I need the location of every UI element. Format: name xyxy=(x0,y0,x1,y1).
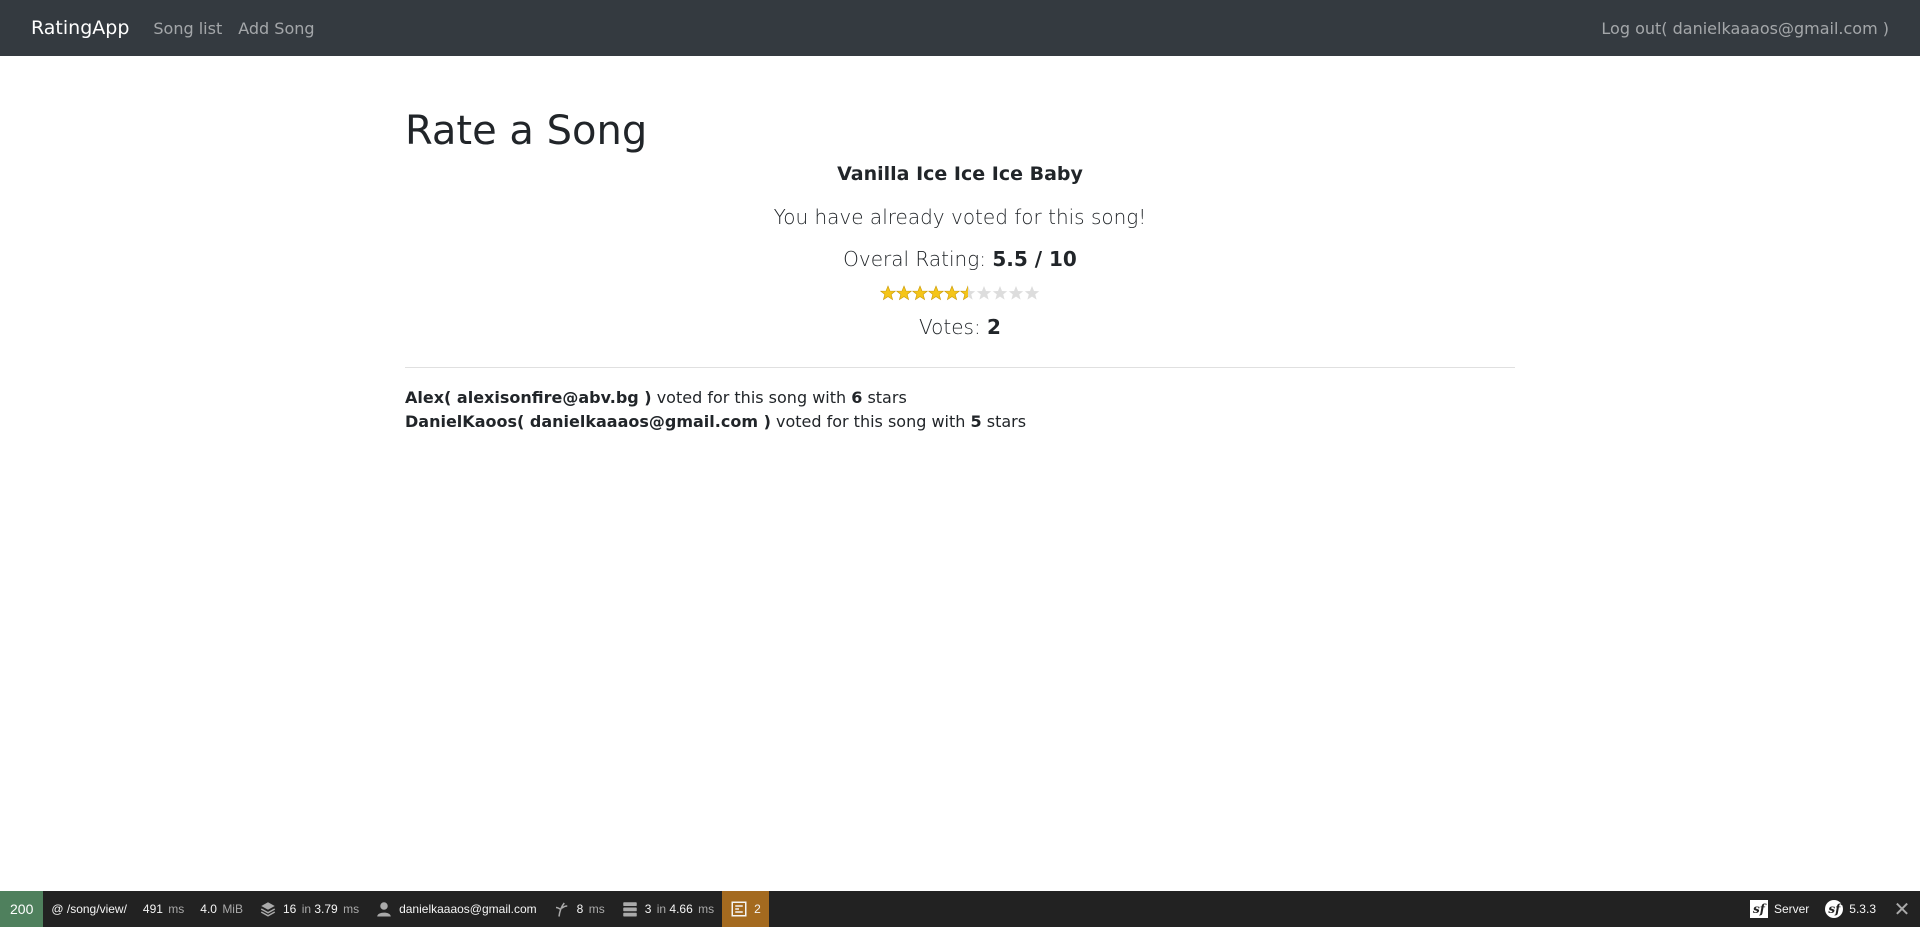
cache-count: 16 xyxy=(282,902,297,916)
twig-icon xyxy=(555,902,567,917)
cache-unit: ms xyxy=(343,902,360,916)
server-panel[interactable]: sf Server xyxy=(1742,891,1817,927)
voted-message: You have already voted for this song! xyxy=(773,205,1147,229)
toolbar-right: sf Server sf 5.3.3 ✕ xyxy=(1742,891,1920,927)
form-warnings: 2 xyxy=(754,902,761,916)
star-rating xyxy=(405,285,1515,301)
db-unit: ms xyxy=(698,902,715,916)
symfony-icon: sf xyxy=(1749,900,1768,918)
nav-add-song[interactable]: Add Song xyxy=(238,19,314,38)
vote-text: voted for this song with xyxy=(770,412,971,431)
star-icon xyxy=(896,285,912,301)
twig-panel[interactable]: 8 ms xyxy=(545,891,613,927)
debug-toolbar: 200 @ /song/view/ 491 ms 4.0 MiB 16 in 3… xyxy=(0,891,1920,927)
db-in: in xyxy=(656,902,667,916)
star-icon xyxy=(912,285,928,301)
twig-time: 8 xyxy=(576,902,584,916)
request-time-value: 491 xyxy=(142,902,163,916)
page-title: Rate a Song xyxy=(405,108,648,154)
vote-suffix: stars xyxy=(981,412,1027,431)
logged-user: danielkaaaos@gmail.com xyxy=(399,902,537,916)
star-icon xyxy=(992,286,1008,300)
request-time-unit: ms xyxy=(168,902,185,916)
votes-label: Votes: xyxy=(919,315,988,339)
database-panel[interactable]: 3 in 4.66 ms xyxy=(613,891,722,927)
logout-link[interactable]: Log out( danielkaaaos@gmail.com ) xyxy=(1601,19,1889,38)
votes-value: 2 xyxy=(987,315,1001,339)
song-title: Vanilla Ice Ice Ice Baby xyxy=(837,163,1083,185)
vote-suffix: stars xyxy=(862,388,907,407)
cache-time: 3.79 xyxy=(314,902,338,916)
star-icon xyxy=(1008,286,1024,300)
vote-item: Alex( alexisonfire@abv.bg ) voted for th… xyxy=(405,386,1515,410)
database-icon xyxy=(622,902,637,917)
votes-count: Votes: 2 xyxy=(405,315,1515,339)
divider xyxy=(405,367,1515,368)
route-info[interactable]: @ /song/view/ xyxy=(43,891,135,927)
main-content: Rate a Song Vanilla Ice Ice Ice Baby You… xyxy=(405,56,1515,434)
db-count: 3 xyxy=(644,902,652,916)
db-time: 4.66 xyxy=(669,902,693,916)
memory-usage[interactable]: 4.0 MiB xyxy=(192,891,251,927)
star-icon xyxy=(1024,286,1040,300)
close-icon[interactable]: ✕ xyxy=(1884,891,1920,927)
memory-unit: MiB xyxy=(222,902,243,916)
layers-icon xyxy=(260,902,276,917)
cache-in: in xyxy=(301,902,312,916)
nav-song-list[interactable]: Song list xyxy=(153,19,222,38)
twig-unit: ms xyxy=(588,902,605,916)
request-time[interactable]: 491 ms xyxy=(135,891,192,927)
form-panel[interactable]: 2 xyxy=(722,891,769,927)
user-icon xyxy=(377,902,391,917)
star-icon xyxy=(960,285,976,301)
form-icon xyxy=(731,901,747,917)
memory-value: 4.0 xyxy=(200,902,217,916)
vote-text: voted for this song with xyxy=(651,388,852,407)
song-summary: Vanilla Ice Ice Ice Baby You have alread… xyxy=(405,163,1515,339)
star-icon xyxy=(976,286,992,300)
security-panel[interactable]: danielkaaaos@gmail.com xyxy=(367,891,545,927)
rating-value: 5.5 / 10 xyxy=(992,247,1077,271)
votes-list: Alex( alexisonfire@abv.bg ) voted for th… xyxy=(405,386,1515,434)
vote-item: DanielKaoos( danielkaaaos@gmail.com ) vo… xyxy=(405,410,1515,434)
star-icon xyxy=(928,285,944,301)
brand-link[interactable]: RatingApp xyxy=(31,17,129,39)
vote-user: DanielKaoos( danielkaaaos@gmail.com ) xyxy=(405,412,771,431)
server-label: Server xyxy=(1773,902,1810,916)
status-code[interactable]: 200 xyxy=(0,891,44,927)
rating-label: Overal Rating: xyxy=(843,247,993,271)
vote-user: Alex( alexisonfire@abv.bg ) xyxy=(405,388,652,407)
cache-panel[interactable]: 16 in 3.79 ms xyxy=(251,891,367,927)
top-navbar: RatingApp Song list Add Song Log out( da… xyxy=(0,0,1920,56)
star-icon xyxy=(880,285,896,301)
vote-stars: 5 xyxy=(970,412,982,431)
version-panel[interactable]: sf 5.3.3 xyxy=(1817,891,1884,927)
star-icon xyxy=(944,285,960,301)
symfony-version: 5.3.3 xyxy=(1849,902,1876,916)
overall-rating: Overal Rating: 5.5 / 10 xyxy=(405,247,1515,271)
symfony-icon: sf xyxy=(1825,900,1844,918)
vote-stars: 6 xyxy=(851,388,863,407)
